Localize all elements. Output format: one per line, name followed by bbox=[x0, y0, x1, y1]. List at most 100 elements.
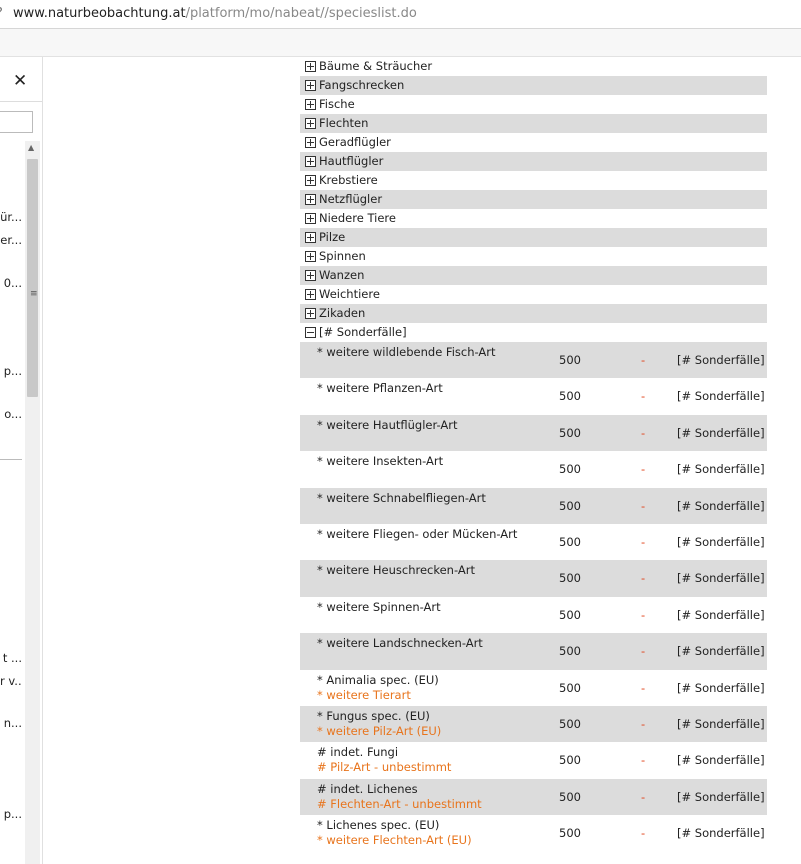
category-label[interactable]: Krebstiere bbox=[319, 171, 378, 190]
species-code: 500 bbox=[559, 753, 581, 768]
species-group: [# Sonderfälle] bbox=[677, 607, 765, 622]
sidebar-item[interactable]: p... bbox=[0, 364, 22, 378]
species-row[interactable]: # indet. Lichenes # Flechten-Art - unbest… bbox=[300, 778, 767, 816]
sidebar-item[interactable]: er... bbox=[0, 233, 22, 247]
url-path: /platform/mo/nabeat//specieslist.do bbox=[185, 6, 417, 21]
category-row[interactable]: Zikaden bbox=[300, 304, 767, 323]
species-group: [# Sonderfälle] bbox=[677, 498, 765, 513]
species-name: * weitere Hautflügler-Art bbox=[317, 417, 458, 432]
expand-icon[interactable] bbox=[305, 118, 316, 129]
category-label[interactable]: Geradflügler bbox=[319, 133, 391, 152]
expand-icon[interactable] bbox=[305, 308, 316, 319]
collapse-icon[interactable] bbox=[305, 327, 316, 338]
expand-icon[interactable] bbox=[305, 61, 316, 72]
expand-icon[interactable] bbox=[305, 137, 316, 148]
category-label[interactable]: Pilze bbox=[319, 228, 345, 247]
address-bar[interactable]: ? www.naturbeobachtung.at/platform/mo/na… bbox=[0, 0, 801, 29]
category-row[interactable]: Spinnen bbox=[300, 247, 767, 266]
category-label[interactable]: Niedere Tiere bbox=[319, 209, 396, 228]
species-status: - bbox=[641, 389, 646, 404]
sidebar-scrollbar[interactable]: ▲ ≡ bbox=[25, 141, 40, 864]
expand-icon[interactable] bbox=[305, 213, 316, 224]
species-row[interactable]: * weitere Insekten-Art 500 - [# Sonderfälle… bbox=[300, 451, 767, 487]
sidebar-item[interactable]: ür... bbox=[0, 210, 22, 224]
category-row[interactable]: Fangschrecken bbox=[300, 76, 767, 95]
species-status: - bbox=[641, 826, 646, 841]
species-row[interactable]: * weitere Hautflügler-Art 500 - [# Sonderfä… bbox=[300, 414, 767, 452]
species-row[interactable]: * weitere Landschnecken-Art 500 - [# Sonder… bbox=[300, 633, 767, 670]
scroll-up-icon[interactable]: ▲ bbox=[28, 143, 34, 152]
species-status: - bbox=[641, 353, 646, 367]
category-row[interactable]: [# Sonderfälle] bbox=[300, 323, 767, 342]
species-name: # indet. Fungi bbox=[317, 745, 399, 760]
species-status: - bbox=[641, 789, 646, 804]
species-row[interactable]: * Fungus spec. (EU) * weitere Pilz-Art (E… bbox=[300, 705, 767, 743]
sidebar-search-input[interactable] bbox=[0, 111, 33, 133]
category-row[interactable]: Pilze bbox=[300, 228, 767, 247]
sidebar-item[interactable]: ... bbox=[0, 857, 22, 864]
expand-icon[interactable] bbox=[305, 270, 316, 281]
category-label[interactable]: Hautflügler bbox=[319, 152, 383, 171]
species-row[interactable]: * weitere wildlebende Fisch-Art 500 - [# So… bbox=[300, 342, 767, 379]
category-label[interactable]: Spinnen bbox=[319, 247, 366, 266]
category-label[interactable]: Zikaden bbox=[319, 304, 365, 323]
category-row[interactable]: Krebstiere bbox=[300, 171, 767, 190]
species-row[interactable]: * weitere Schnabelfliegen-Art 500 - [# Sond… bbox=[300, 487, 767, 524]
species-code: 500 bbox=[559, 462, 581, 477]
category-row[interactable]: Netzflügler bbox=[300, 190, 767, 209]
sidebar-item[interactable]: 0... bbox=[0, 276, 22, 290]
url-text[interactable]: www.naturbeobachtung.at/platform/mo/nabe… bbox=[13, 6, 417, 21]
category-label[interactable]: Fische bbox=[319, 95, 355, 114]
species-code: 500 bbox=[559, 644, 581, 659]
expand-icon[interactable] bbox=[305, 251, 316, 262]
category-row[interactable]: Weichtiere bbox=[300, 285, 767, 304]
species-row[interactable]: * Lichenes spec. (EU) * weitere Flechten-… bbox=[300, 815, 767, 851]
species-name: * weitere Fliegen- oder Mücken-Art bbox=[317, 526, 518, 541]
species-row[interactable]: * weitere Fliegen- oder Mücken-Art 500 - [#… bbox=[300, 524, 767, 560]
sidebar-item[interactable]: p... bbox=[0, 807, 22, 821]
species-name: * Animalia spec. (EU) bbox=[317, 672, 439, 687]
category-row[interactable]: Wanzen bbox=[300, 266, 767, 285]
category-label[interactable]: [# Sonderfälle] bbox=[319, 323, 407, 342]
category-label[interactable]: Fangschrecken bbox=[319, 76, 404, 95]
species-row[interactable]: * weitere Pflanzen-Art 500 - [# Sonderfälle… bbox=[300, 378, 767, 414]
species-description: * weitere Flechten-Art (EU) bbox=[317, 833, 472, 848]
expand-icon[interactable] bbox=[305, 232, 316, 243]
category-row[interactable]: Flechten bbox=[300, 114, 767, 133]
species-row[interactable]: * Animalia spec. (EU) * weitere Tierart 50… bbox=[300, 670, 767, 706]
category-row[interactable]: Bäume & Sträucher bbox=[300, 57, 767, 76]
category-label[interactable]: Weichtiere bbox=[319, 285, 380, 304]
scrollbar-thumb[interactable]: ≡ bbox=[27, 159, 38, 397]
category-label[interactable]: Bäume & Sträucher bbox=[319, 57, 432, 76]
expand-icon[interactable] bbox=[305, 156, 316, 167]
category-label[interactable]: Wanzen bbox=[319, 266, 364, 285]
species-group: [# Sonderfälle] bbox=[677, 753, 765, 768]
sidebar-item[interactable]: n... bbox=[0, 716, 22, 730]
site-info-icon[interactable]: ? bbox=[0, 6, 3, 21]
species-name: # indet. Lichenes bbox=[317, 781, 418, 796]
category-row[interactable]: Geradflügler bbox=[300, 133, 767, 152]
species-description: # Pilz-Art - unbestimmt bbox=[317, 760, 452, 775]
species-row[interactable]: # indet. Fungi # Pilz-Art - unbestimmt 500… bbox=[300, 742, 767, 778]
category-label[interactable]: Netzflügler bbox=[319, 190, 382, 209]
sidebar-item[interactable]: r v... bbox=[0, 674, 22, 688]
close-icon[interactable]: ✕ bbox=[13, 71, 27, 91]
species-code: 500 bbox=[559, 826, 581, 841]
category-row[interactable]: Fische bbox=[300, 95, 767, 114]
species-row[interactable]: * weitere Spinnen-Art 500 - [# Sonderfälle] bbox=[300, 597, 767, 633]
sidebar-item[interactable]: o... bbox=[0, 407, 22, 421]
category-row[interactable]: Hautflügler bbox=[300, 152, 767, 171]
expand-icon[interactable] bbox=[305, 80, 316, 91]
expand-icon[interactable] bbox=[305, 99, 316, 110]
category-row[interactable]: Niedere Tiere bbox=[300, 209, 767, 228]
sidebar-item[interactable]: t ... bbox=[0, 651, 22, 665]
expand-icon[interactable] bbox=[305, 289, 316, 300]
species-status: - bbox=[641, 498, 646, 513]
species-code: 500 bbox=[559, 498, 581, 513]
category-label[interactable]: Flechten bbox=[319, 114, 368, 133]
species-group: [# Sonderfälle] bbox=[677, 644, 765, 659]
expand-icon[interactable] bbox=[305, 175, 316, 186]
species-group: [# Sonderfälle] bbox=[677, 462, 765, 477]
species-row[interactable]: * weitere Heuschrecken-Art 500 - [# Sonderf… bbox=[300, 560, 767, 597]
expand-icon[interactable] bbox=[305, 194, 316, 205]
